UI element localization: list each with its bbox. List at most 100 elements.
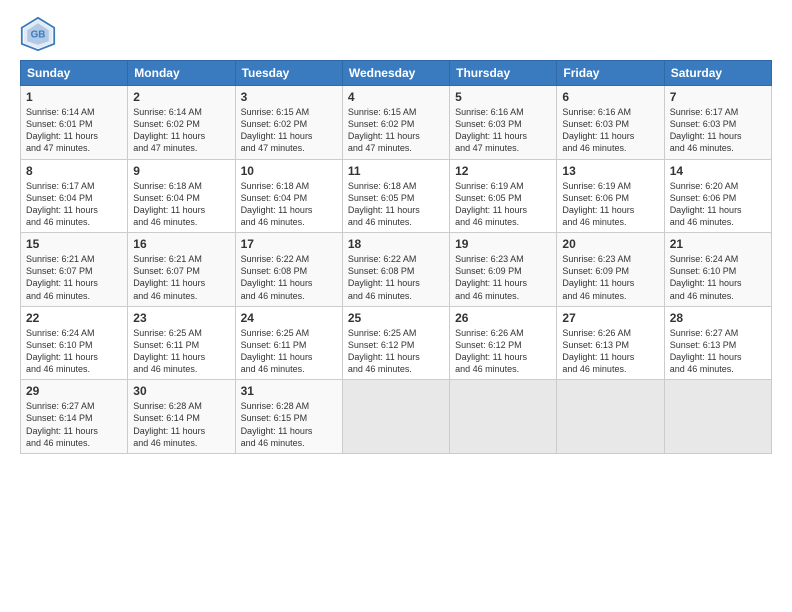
week-row-5: 29Sunrise: 6:27 AM Sunset: 6:14 PM Dayli…	[21, 380, 772, 454]
day-info: Sunrise: 6:19 AM Sunset: 6:06 PM Dayligh…	[562, 180, 658, 229]
day-number: 16	[133, 237, 229, 251]
day-number: 21	[670, 237, 766, 251]
day-info: Sunrise: 6:20 AM Sunset: 6:06 PM Dayligh…	[670, 180, 766, 229]
day-cell-12: 12 Sunrise: 6:19 AM Sunset: 6:05 PM Dayli…	[450, 159, 557, 233]
day-number: 30	[133, 384, 229, 398]
calendar-header: SundayMondayTuesdayWednesdayThursdayFrid…	[21, 61, 772, 86]
day-cell-31: 31Sunrise: 6:28 AM Sunset: 6:15 PM Dayli…	[235, 380, 342, 454]
empty-cell	[450, 380, 557, 454]
day-cell-9: 9 Sunrise: 6:18 AM Sunset: 6:04 PM Daylig…	[128, 159, 235, 233]
day-number: 29	[26, 384, 122, 398]
day-number: 14	[670, 164, 766, 178]
day-info: Sunrise: 6:21 AM Sunset: 6:07 PM Dayligh…	[133, 253, 229, 302]
header-day-tuesday: Tuesday	[235, 61, 342, 86]
logo: GB	[20, 16, 60, 52]
day-number: 23	[133, 311, 229, 325]
day-cell-3: 3 Sunrise: 6:15 AM Sunset: 6:02 PM Daylig…	[235, 86, 342, 160]
day-number: 9	[133, 164, 229, 178]
day-number: 19	[455, 237, 551, 251]
day-number: 10	[241, 164, 337, 178]
day-cell-14: 14 Sunrise: 6:20 AM Sunset: 6:06 PM Dayli…	[664, 159, 771, 233]
day-info: Sunrise: 6:27 AM Sunset: 6:13 PM Dayligh…	[670, 327, 766, 376]
day-number: 25	[348, 311, 444, 325]
day-info: Sunrise: 6:16 AM Sunset: 6:03 PM Dayligh…	[455, 106, 551, 155]
empty-cell	[557, 380, 664, 454]
day-cell-23: 23 Sunrise: 6:25 AM Sunset: 6:11 PM Dayli…	[128, 306, 235, 380]
day-info: Sunrise: 6:25 AM Sunset: 6:12 PM Dayligh…	[348, 327, 444, 376]
day-info: Sunrise: 6:14 AM Sunset: 6:02 PM Dayligh…	[133, 106, 229, 155]
day-info: Sunrise: 6:15 AM Sunset: 6:02 PM Dayligh…	[348, 106, 444, 155]
header-day-sunday: Sunday	[21, 61, 128, 86]
day-number: 15	[26, 237, 122, 251]
calendar-body: 1Sunrise: 6:14 AM Sunset: 6:01 PM Daylig…	[21, 86, 772, 454]
day-info: Sunrise: 6:22 AM Sunset: 6:08 PM Dayligh…	[241, 253, 337, 302]
day-info: Sunrise: 6:24 AM Sunset: 6:10 PM Dayligh…	[26, 327, 122, 376]
day-info: Sunrise: 6:17 AM Sunset: 6:04 PM Dayligh…	[26, 180, 122, 229]
day-cell-5: 5 Sunrise: 6:16 AM Sunset: 6:03 PM Daylig…	[450, 86, 557, 160]
day-number: 8	[26, 164, 122, 178]
day-number: 17	[241, 237, 337, 251]
day-cell-2: 2 Sunrise: 6:14 AM Sunset: 6:02 PM Daylig…	[128, 86, 235, 160]
day-cell-6: 6 Sunrise: 6:16 AM Sunset: 6:03 PM Daylig…	[557, 86, 664, 160]
day-cell-11: 11 Sunrise: 6:18 AM Sunset: 6:05 PM Dayli…	[342, 159, 449, 233]
day-number: 7	[670, 90, 766, 104]
day-number: 4	[348, 90, 444, 104]
day-info: Sunrise: 6:18 AM Sunset: 6:04 PM Dayligh…	[133, 180, 229, 229]
day-cell-17: 17 Sunrise: 6:22 AM Sunset: 6:08 PM Dayli…	[235, 233, 342, 307]
day-cell-21: 21 Sunrise: 6:24 AM Sunset: 6:10 PM Dayli…	[664, 233, 771, 307]
day-number: 24	[241, 311, 337, 325]
day-info: Sunrise: 6:24 AM Sunset: 6:10 PM Dayligh…	[670, 253, 766, 302]
day-number: 5	[455, 90, 551, 104]
week-row-2: 8 Sunrise: 6:17 AM Sunset: 6:04 PM Daylig…	[21, 159, 772, 233]
day-number: 26	[455, 311, 551, 325]
day-cell-24: 24Sunrise: 6:25 AM Sunset: 6:11 PM Dayli…	[235, 306, 342, 380]
week-row-3: 15 Sunrise: 6:21 AM Sunset: 6:07 PM Dayli…	[21, 233, 772, 307]
day-info: Sunrise: 6:25 AM Sunset: 6:11 PM Dayligh…	[133, 327, 229, 376]
day-info: Sunrise: 6:19 AM Sunset: 6:05 PM Dayligh…	[455, 180, 551, 229]
header-day-saturday: Saturday	[664, 61, 771, 86]
day-info: Sunrise: 6:22 AM Sunset: 6:08 PM Dayligh…	[348, 253, 444, 302]
day-cell-22: 22Sunrise: 6:24 AM Sunset: 6:10 PM Dayli…	[21, 306, 128, 380]
day-cell-30: 30 Sunrise: 6:28 AM Sunset: 6:14 PM Dayli…	[128, 380, 235, 454]
day-info: Sunrise: 6:15 AM Sunset: 6:02 PM Dayligh…	[241, 106, 337, 155]
day-cell-26: 26 Sunrise: 6:26 AM Sunset: 6:12 PM Dayli…	[450, 306, 557, 380]
day-number: 6	[562, 90, 658, 104]
day-cell-1: 1Sunrise: 6:14 AM Sunset: 6:01 PM Daylig…	[21, 86, 128, 160]
header-day-thursday: Thursday	[450, 61, 557, 86]
day-info: Sunrise: 6:17 AM Sunset: 6:03 PM Dayligh…	[670, 106, 766, 155]
day-number: 12	[455, 164, 551, 178]
day-number: 28	[670, 311, 766, 325]
day-info: Sunrise: 6:23 AM Sunset: 6:09 PM Dayligh…	[562, 253, 658, 302]
day-info: Sunrise: 6:16 AM Sunset: 6:03 PM Dayligh…	[562, 106, 658, 155]
day-info: Sunrise: 6:18 AM Sunset: 6:04 PM Dayligh…	[241, 180, 337, 229]
day-number: 2	[133, 90, 229, 104]
day-info: Sunrise: 6:28 AM Sunset: 6:14 PM Dayligh…	[133, 400, 229, 449]
day-number: 1	[26, 90, 122, 104]
day-number: 3	[241, 90, 337, 104]
day-cell-4: 4 Sunrise: 6:15 AM Sunset: 6:02 PM Daylig…	[342, 86, 449, 160]
day-number: 11	[348, 164, 444, 178]
header: GB	[20, 16, 772, 52]
header-day-monday: Monday	[128, 61, 235, 86]
day-info: Sunrise: 6:26 AM Sunset: 6:12 PM Dayligh…	[455, 327, 551, 376]
logo-icon: GB	[20, 16, 56, 52]
day-cell-10: 10 Sunrise: 6:18 AM Sunset: 6:04 PM Dayli…	[235, 159, 342, 233]
day-number: 20	[562, 237, 658, 251]
day-cell-18: 18 Sunrise: 6:22 AM Sunset: 6:08 PM Dayli…	[342, 233, 449, 307]
day-number: 31	[241, 384, 337, 398]
day-cell-7: 7 Sunrise: 6:17 AM Sunset: 6:03 PM Daylig…	[664, 86, 771, 160]
day-number: 18	[348, 237, 444, 251]
day-cell-15: 15 Sunrise: 6:21 AM Sunset: 6:07 PM Dayli…	[21, 233, 128, 307]
day-info: Sunrise: 6:21 AM Sunset: 6:07 PM Dayligh…	[26, 253, 122, 302]
day-cell-16: 16 Sunrise: 6:21 AM Sunset: 6:07 PM Dayli…	[128, 233, 235, 307]
day-cell-13: 13 Sunrise: 6:19 AM Sunset: 6:06 PM Dayli…	[557, 159, 664, 233]
header-row: SundayMondayTuesdayWednesdayThursdayFrid…	[21, 61, 772, 86]
day-info: Sunrise: 6:26 AM Sunset: 6:13 PM Dayligh…	[562, 327, 658, 376]
day-cell-8: 8 Sunrise: 6:17 AM Sunset: 6:04 PM Daylig…	[21, 159, 128, 233]
day-info: Sunrise: 6:18 AM Sunset: 6:05 PM Dayligh…	[348, 180, 444, 229]
day-number: 13	[562, 164, 658, 178]
day-cell-19: 19Sunrise: 6:23 AM Sunset: 6:09 PM Dayli…	[450, 233, 557, 307]
day-cell-27: 27Sunrise: 6:26 AM Sunset: 6:13 PM Dayli…	[557, 306, 664, 380]
day-cell-29: 29Sunrise: 6:27 AM Sunset: 6:14 PM Dayli…	[21, 380, 128, 454]
header-day-friday: Friday	[557, 61, 664, 86]
